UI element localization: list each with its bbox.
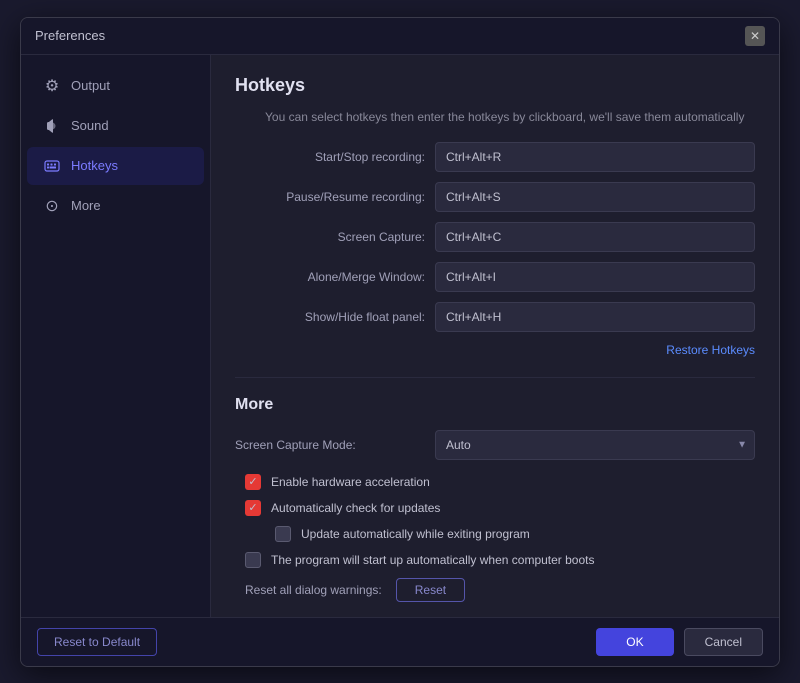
screen-capture-label: Screen Capture Mode: <box>235 438 435 452</box>
dialog-body: ⚙ Output Sound <box>21 55 779 617</box>
hotkey-input-0[interactable] <box>435 142 755 172</box>
screen-capture-select[interactable]: Auto Manual GDI <box>435 430 755 460</box>
dialog-footer: Reset to Default OK Cancel <box>21 617 779 666</box>
checkbox-hw-accel-box[interactable]: ✓ <box>245 474 261 490</box>
hotkey-row-2: Screen Capture: <box>235 222 755 252</box>
sidebar-item-sound[interactable]: Sound <box>27 107 204 145</box>
reset-dialogs-button[interactable]: Reset <box>396 578 465 602</box>
cancel-button[interactable]: Cancel <box>684 628 763 656</box>
hotkey-label-4: Show/Hide float panel: <box>235 310 435 324</box>
checkbox-auto-boot-label: The program will start up automatically … <box>271 553 594 567</box>
sidebar-item-more[interactable]: ⊙ More <box>27 187 204 225</box>
hotkey-input-4[interactable] <box>435 302 755 332</box>
hotkey-row-1: Pause/Resume recording: <box>235 182 755 212</box>
hotkeys-icon <box>43 157 61 175</box>
sidebar-item-hotkeys[interactable]: Hotkeys <box>27 147 204 185</box>
sidebar-item-label-hotkeys: Hotkeys <box>71 158 118 173</box>
checkbox-auto-boot-box[interactable] <box>245 552 261 568</box>
screen-capture-select-wrapper: Auto Manual GDI ▼ <box>435 430 755 460</box>
hotkey-label-1: Pause/Resume recording: <box>235 190 435 204</box>
hotkey-label-0: Start/Stop recording: <box>235 150 435 164</box>
section-divider <box>235 377 755 378</box>
output-icon: ⚙ <box>43 77 61 95</box>
hotkey-row-3: Alone/Merge Window: <box>235 262 755 292</box>
sound-icon <box>43 117 61 135</box>
hotkeys-info: You can select hotkeys then enter the ho… <box>265 110 755 124</box>
ok-button[interactable]: OK <box>596 628 673 656</box>
close-button[interactable]: ✕ <box>745 26 765 46</box>
hotkey-input-3[interactable] <box>435 262 755 292</box>
more-icon: ⊙ <box>43 197 61 215</box>
restore-link: Restore Hotkeys <box>235 342 755 357</box>
hotkey-label-3: Alone/Merge Window: <box>235 270 435 284</box>
hotkey-row-4: Show/Hide float panel: <box>235 302 755 332</box>
hotkeys-title: Hotkeys <box>235 75 755 96</box>
hotkey-input-2[interactable] <box>435 222 755 252</box>
reset-row: Reset all dialog warnings: Reset <box>235 578 755 602</box>
footer-right-buttons: OK Cancel <box>596 628 763 656</box>
dialog-title: Preferences <box>35 28 105 43</box>
checkbox-update-exit[interactable]: Update automatically while exiting progr… <box>235 526 755 542</box>
sidebar: ⚙ Output Sound <box>21 55 211 617</box>
sidebar-item-label-output: Output <box>71 78 110 93</box>
checkbox-auto-boot[interactable]: The program will start up automatically … <box>235 552 755 568</box>
checkbox-hw-accel-label: Enable hardware acceleration <box>271 475 430 489</box>
sidebar-item-label-sound: Sound <box>71 118 109 133</box>
checkbox-hw-accel[interactable]: ✓ Enable hardware acceleration <box>235 474 755 490</box>
hotkey-input-1[interactable] <box>435 182 755 212</box>
hotkey-row-0: Start/Stop recording: <box>235 142 755 172</box>
reset-to-default-button[interactable]: Reset to Default <box>37 628 157 656</box>
preferences-dialog: Preferences ✕ ⚙ Output Sound <box>20 17 780 667</box>
hotkey-label-2: Screen Capture: <box>235 230 435 244</box>
more-title: More <box>235 396 755 414</box>
checkbox-auto-update[interactable]: ✓ Automatically check for updates <box>235 500 755 516</box>
sidebar-item-label-more: More <box>71 198 101 213</box>
main-content: Hotkeys You can select hotkeys then ente… <box>211 55 779 617</box>
restore-hotkeys-link[interactable]: Restore Hotkeys <box>666 343 755 357</box>
checkbox-auto-update-label: Automatically check for updates <box>271 501 440 515</box>
checkbox-update-exit-box[interactable] <box>275 526 291 542</box>
title-bar: Preferences ✕ <box>21 18 779 55</box>
checkbox-update-exit-label: Update automatically while exiting progr… <box>301 527 530 541</box>
screen-capture-row: Screen Capture Mode: Auto Manual GDI ▼ <box>235 430 755 460</box>
checkbox-auto-update-box[interactable]: ✓ <box>245 500 261 516</box>
sidebar-item-output[interactable]: ⚙ Output <box>27 67 204 105</box>
reset-dialogs-label: Reset all dialog warnings: <box>245 583 382 597</box>
